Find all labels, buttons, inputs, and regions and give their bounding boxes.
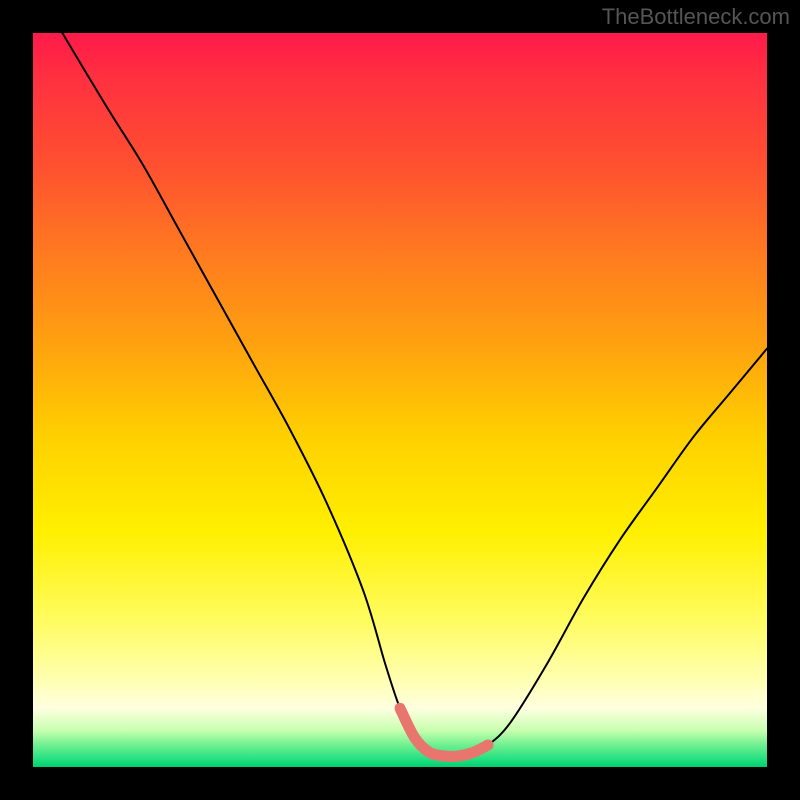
bottleneck-curve-line	[62, 33, 767, 756]
watermark-text: TheBottleneck.com	[602, 4, 790, 30]
chart-plot-area	[33, 33, 767, 767]
bottleneck-highlight-segment	[400, 708, 488, 756]
chart-svg	[33, 33, 767, 767]
